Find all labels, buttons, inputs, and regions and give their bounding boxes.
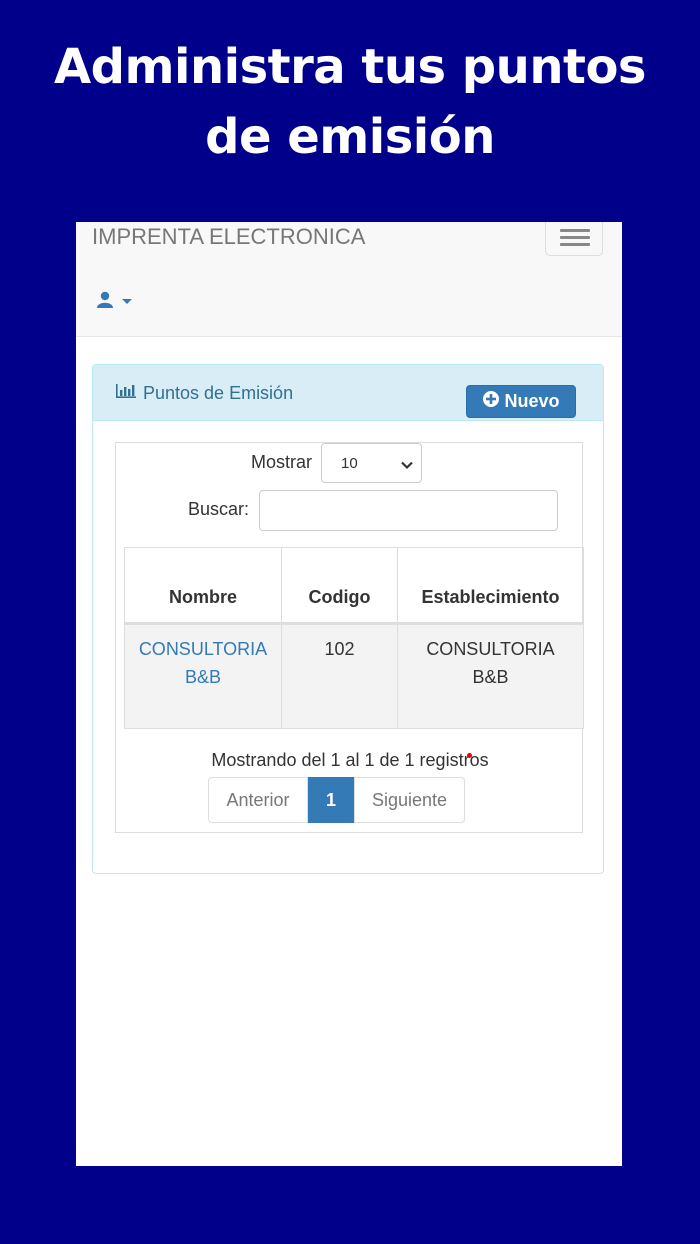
cell-nombre: CONSULTORIA B&B xyxy=(124,623,282,729)
nombre-line2: B&B xyxy=(184,667,222,687)
search-input[interactable] xyxy=(259,490,558,531)
previous-page-button[interactable]: Anterior xyxy=(208,777,308,823)
establecimiento-line1: CONSULTORIA xyxy=(426,639,555,659)
cell-codigo: 102 xyxy=(281,623,398,729)
establecimiento-line2: B&B xyxy=(472,667,509,687)
current-page-button[interactable]: 1 xyxy=(308,777,354,823)
app-screen: IMPRENTA ELECTRONICA Puntos de Emisión N… xyxy=(76,222,622,1166)
plus-circle-icon xyxy=(482,390,504,413)
red-dot-marker xyxy=(467,753,472,758)
brand-title[interactable]: IMPRENTA ELECTRONICA xyxy=(92,224,365,250)
navbar: IMPRENTA ELECTRONICA xyxy=(76,222,622,337)
promo-title-line2: de emisión xyxy=(205,109,495,165)
show-entries-value: 10 xyxy=(341,455,358,472)
emission-points-table: Nombre Codigo Establecimiento CONSULTORI… xyxy=(124,547,584,729)
panel-title-text: Puntos de Emisión xyxy=(143,383,294,403)
nombre-line1: CONSULTORIA xyxy=(138,639,268,659)
user-icon xyxy=(96,290,136,314)
show-entries-label: Mostrar xyxy=(251,452,313,472)
chevron-down-icon xyxy=(401,457,413,474)
column-header-codigo[interactable]: Codigo xyxy=(281,547,398,625)
new-button-label: Nuevo xyxy=(504,391,560,411)
column-header-establecimiento[interactable]: Establecimiento xyxy=(397,547,584,625)
navbar-toggle-button[interactable] xyxy=(545,222,603,256)
promo-title: Administra tus puntos de emisión xyxy=(0,32,700,172)
cell-establecimiento: CONSULTORIA B&B xyxy=(397,623,584,729)
user-menu-dropdown[interactable] xyxy=(96,290,136,314)
panel-title: Puntos de Emisión xyxy=(115,383,293,404)
table-header-row: Nombre Codigo Establecimiento xyxy=(124,547,584,625)
table-info: Mostrando del 1 al 1 de 1 registros xyxy=(211,750,489,770)
pagination: Anterior 1 Siguiente xyxy=(208,777,465,823)
new-button[interactable]: Nuevo xyxy=(466,385,576,418)
table-row: CONSULTORIA B&B 102 CONSULTORIA B&B xyxy=(124,623,584,729)
promo-title-line1: Administra tus puntos xyxy=(54,39,646,95)
search-label: Buscar: xyxy=(188,499,250,519)
nombre-link[interactable]: CONSULTORIA B&B xyxy=(139,639,267,687)
table-wrapper: Mostrar 10 Buscar: Nombre Codigo Estable… xyxy=(115,442,584,833)
column-header-nombre[interactable]: Nombre xyxy=(124,547,282,625)
panel-heading: Puntos de Emisión Nuevo xyxy=(93,365,603,421)
bar-chart-icon xyxy=(115,383,143,404)
show-entries-select[interactable]: 10 xyxy=(321,443,422,483)
next-page-button[interactable]: Siguiente xyxy=(354,777,465,823)
emission-points-panel: Puntos de Emisión Nuevo Mostrar 10 Busca… xyxy=(92,364,604,874)
